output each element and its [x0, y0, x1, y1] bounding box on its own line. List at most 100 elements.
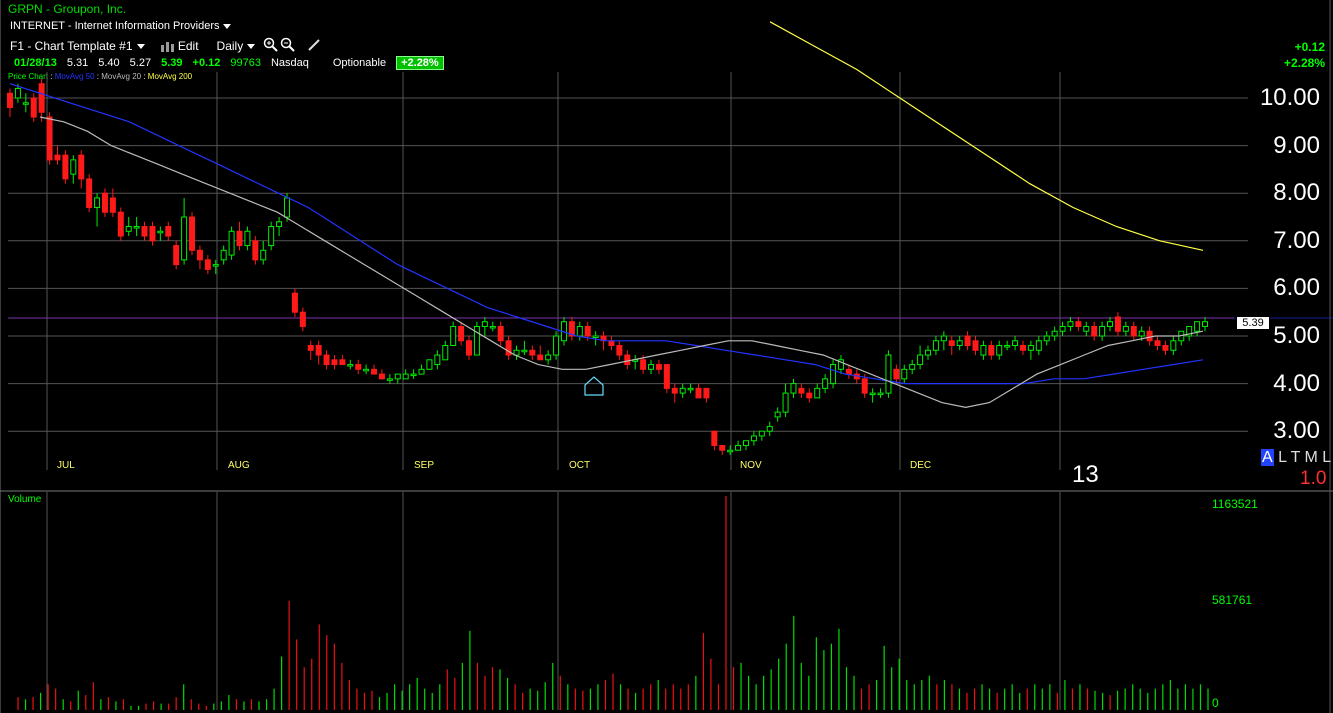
candle-down	[62, 154, 69, 180]
candle-up	[133, 226, 140, 229]
candle-up	[418, 368, 425, 375]
month-tick-label: AUG	[228, 460, 250, 471]
candle-down	[165, 226, 172, 237]
candle-up	[940, 335, 947, 342]
candle-up	[212, 264, 219, 267]
candle-down	[1075, 321, 1082, 327]
candle-up	[956, 340, 963, 347]
candle-up	[687, 387, 694, 391]
candle-up	[1027, 345, 1034, 351]
candle-up	[735, 444, 742, 451]
price-tick-label: 8.00	[1273, 179, 1320, 207]
price-tick-label: 9.00	[1273, 131, 1320, 159]
candle-down	[339, 359, 346, 366]
candle-up	[774, 411, 781, 418]
candle-down	[252, 240, 259, 261]
candle-up	[489, 325, 496, 329]
candle-down	[117, 211, 124, 237]
candle-up	[1067, 321, 1074, 327]
candle-down	[101, 192, 108, 213]
candle-up	[830, 364, 837, 385]
volume-mid-label: 581761	[1212, 593, 1253, 607]
candle-down	[458, 325, 465, 342]
candle-up	[1051, 330, 1058, 337]
candle-up	[220, 249, 227, 261]
candle-down	[640, 359, 647, 370]
candle-up	[442, 345, 449, 361]
candle-down	[38, 83, 45, 113]
candle-down	[54, 154, 61, 161]
candle-up	[869, 392, 876, 396]
candle-down	[624, 354, 631, 366]
candle-up	[347, 364, 354, 367]
candle-up	[1083, 325, 1090, 332]
candle-up	[434, 354, 441, 366]
candle-up	[932, 340, 939, 351]
candle-down	[1162, 345, 1169, 351]
candle-up	[1012, 340, 1019, 347]
candle-up	[244, 230, 251, 247]
candle-up	[545, 354, 552, 361]
candle-up	[426, 359, 433, 370]
candle-down	[7, 92, 13, 109]
candle-up	[822, 378, 829, 389]
candle-up	[125, 226, 132, 232]
candle-down	[46, 116, 53, 161]
candle-up	[70, 159, 77, 175]
candle-down	[315, 345, 322, 356]
candle-down	[355, 364, 362, 370]
price-volume-chart[interactable]	[0, 0, 1333, 713]
candle-down	[323, 354, 330, 366]
zoom-factor: 1.0	[1300, 468, 1327, 489]
candle-down	[608, 340, 615, 347]
candle-down	[695, 387, 702, 399]
year-marker: 13	[1072, 461, 1099, 488]
candle-up	[925, 349, 932, 356]
candle-up	[1194, 321, 1201, 332]
candle-down	[663, 364, 670, 389]
candle-up	[790, 383, 797, 394]
candle-up	[410, 373, 417, 377]
candle-down	[109, 197, 116, 213]
candle-up	[1202, 321, 1208, 327]
candle-up	[1043, 335, 1050, 342]
altml-rest[interactable]: L T M L	[1278, 449, 1331, 466]
candle-down	[1019, 345, 1026, 351]
candle-up	[576, 325, 583, 337]
candle-down	[671, 387, 678, 394]
candle-up	[402, 373, 409, 380]
candle-down	[86, 178, 93, 208]
candle-up	[1170, 340, 1177, 351]
volume-max-label: 1163521	[1212, 497, 1258, 511]
candle-down	[1091, 325, 1098, 337]
candle-up	[917, 354, 924, 366]
candle-down	[655, 364, 662, 370]
candle-down	[964, 335, 971, 347]
candle-down	[331, 359, 338, 366]
candle-down	[173, 245, 180, 266]
candle-up	[521, 349, 528, 353]
candle-up	[1035, 340, 1042, 351]
candle-up	[157, 230, 164, 234]
candle-up	[1059, 325, 1066, 332]
candle-down	[371, 368, 378, 375]
volume-zero-label: 0	[1212, 696, 1219, 710]
candle-down	[30, 97, 37, 118]
candle-down	[78, 154, 85, 180]
price-tick-label: 7.00	[1273, 226, 1320, 254]
candle-down	[236, 230, 243, 247]
candle-up	[14, 87, 21, 99]
candle-down	[798, 387, 805, 394]
candle-down	[845, 368, 852, 375]
candle-down	[1146, 330, 1153, 342]
candle-up	[276, 221, 283, 228]
altml-a[interactable]: A	[1261, 449, 1274, 466]
candle-down	[711, 430, 718, 446]
candle-up	[1099, 325, 1106, 337]
candle-up	[228, 230, 235, 256]
altml-buttons[interactable]: A L T M L	[1261, 449, 1331, 467]
month-tick-label: DEC	[910, 460, 932, 471]
candle-up	[909, 364, 916, 370]
candle-up	[260, 249, 267, 261]
candle-up	[901, 368, 908, 380]
